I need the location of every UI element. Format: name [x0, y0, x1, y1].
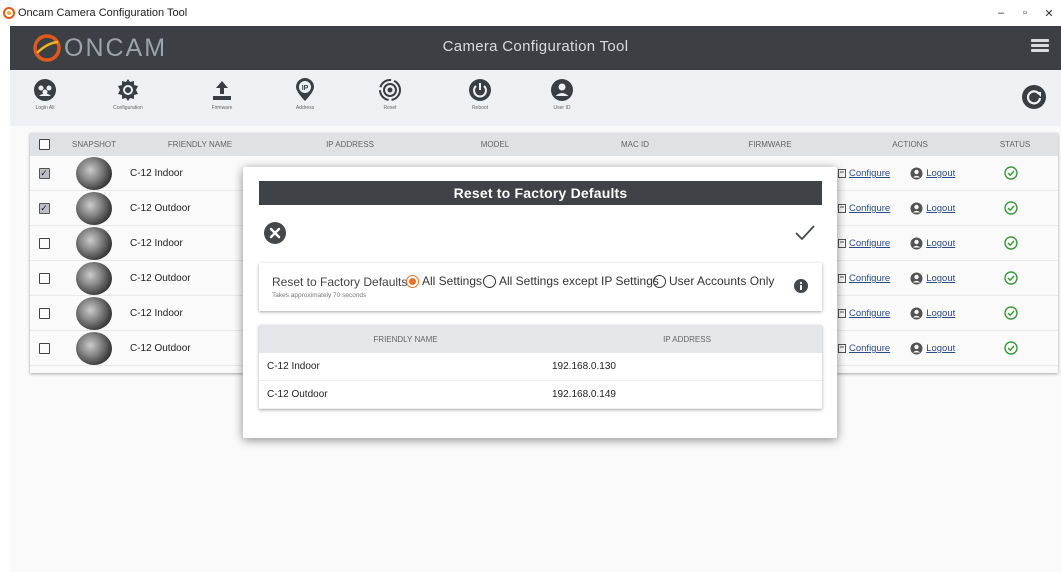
cancel-button[interactable] [263, 221, 287, 250]
table-row: C-12 Outdoor 192.168.0.149 [259, 381, 822, 409]
col-ip-address: IP ADDRESS [663, 334, 711, 344]
radio-all-settings[interactable]: All Settings [406, 274, 482, 288]
user-id-icon [551, 79, 573, 101]
refresh-icon [1022, 85, 1046, 109]
user-id-button[interactable]: User ID [532, 78, 592, 111]
radio-label: User Accounts Only [669, 274, 775, 288]
radio-label: All Settings [422, 274, 483, 288]
reset-options-card: Reset to Factory Defaults Takes approxim… [259, 263, 822, 311]
col-friendly-name: FRIENDLY NAME [373, 334, 438, 344]
address-button[interactable]: IP Address [275, 78, 335, 111]
configuration-icon [118, 79, 138, 101]
firmware-button[interactable]: Firmware [192, 78, 252, 111]
configuration-button[interactable]: Configuration [98, 78, 158, 111]
login-all-button[interactable]: Login All [15, 78, 75, 111]
tool-label: Reboot [471, 105, 489, 111]
table-row: C-12 Indoor 192.168.0.130 [259, 353, 822, 381]
reset-icon [379, 79, 401, 101]
refresh-button[interactable] [1021, 84, 1047, 115]
table-header: FRIENDLY NAME IP ADDRESS [259, 325, 822, 353]
confirm-button[interactable] [794, 224, 816, 247]
close-window-button[interactable]: ✕ [1037, 0, 1061, 26]
close-circle-icon [264, 222, 286, 244]
radio-button[interactable] [483, 274, 496, 288]
reset-button[interactable]: Reset [360, 78, 420, 111]
tool-label: Address [295, 105, 315, 111]
info-button[interactable] [794, 279, 808, 298]
reboot-power-icon [469, 79, 491, 101]
window-titlebar: Oncam Camera Configuration Tool – ▫ ✕ [0, 0, 1061, 26]
radio-all-except-ip[interactable]: All Settings except IP Settings [483, 274, 659, 288]
camera-name: C-12 Outdoor [267, 389, 328, 400]
firmware-upload-icon [213, 81, 231, 100]
minimize-button[interactable]: – [989, 0, 1013, 26]
selected-cameras-table: FRIENDLY NAME IP ADDRESS C-12 Indoor 192… [259, 325, 822, 409]
maximize-button[interactable]: ▫ [1013, 0, 1037, 26]
toolbar: Login All Configuration Firmware IP Addr… [10, 70, 1061, 126]
radio-button[interactable] [406, 274, 419, 288]
tool-label: Reset [383, 105, 397, 111]
radio-user-accounts-only[interactable]: User Accounts Only [653, 274, 774, 288]
radio-button[interactable] [653, 274, 666, 288]
radio-label: All Settings except IP Settings [499, 274, 659, 288]
camera-ip: 192.168.0.130 [552, 361, 616, 372]
reboot-button[interactable]: Reboot [450, 78, 510, 111]
reset-option-label: Reset to Factory Defaults [272, 275, 408, 289]
tool-label: Login All [35, 105, 55, 111]
tool-label: Configuration [113, 105, 143, 111]
tool-label: Firmware [211, 105, 233, 111]
tool-label: User ID [553, 105, 571, 111]
dialog-title: Reset to Factory Defaults [259, 181, 822, 205]
reset-duration-note: Takes approximately 70 seconds [272, 292, 367, 299]
app-icon [3, 7, 15, 19]
reset-dialog: Reset to Factory Defaults Reset to Facto… [243, 167, 837, 438]
menu-icon[interactable] [1031, 39, 1049, 53]
login-all-icon [34, 79, 56, 101]
window-title: Oncam Camera Configuration Tool [18, 7, 188, 19]
app-header: ONCAM Camera Configuration Tool [10, 26, 1061, 70]
info-icon [794, 279, 808, 293]
camera-ip: 192.168.0.149 [552, 389, 616, 400]
camera-name: C-12 Indoor [267, 361, 320, 372]
svg-text:IP: IP [302, 85, 309, 92]
ip-address-icon: IP [296, 78, 314, 101]
checkmark-icon [795, 225, 815, 241]
app-title: Camera Configuration Tool [442, 38, 629, 55]
